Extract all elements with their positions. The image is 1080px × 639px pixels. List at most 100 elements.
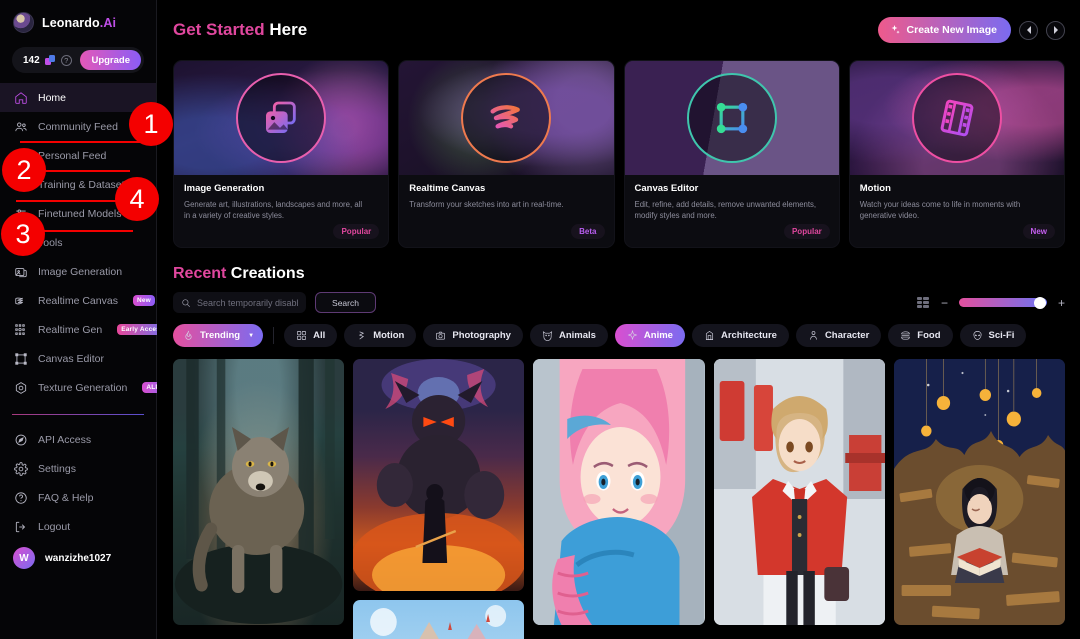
- gallery-column: [713, 359, 885, 639]
- create-new-image-label: Create New Image: [906, 24, 997, 36]
- top-bar: Get Started Here Create New Image: [173, 0, 1065, 60]
- camera-icon: [436, 331, 446, 340]
- chip-animals[interactable]: Animals: [529, 324, 608, 347]
- feature-card-realtime-canvas[interactable]: Realtime Canvas Transform your sketches …: [398, 60, 615, 248]
- sidebar-item-faq-help[interactable]: FAQ & Help: [0, 483, 156, 512]
- chip-motion[interactable]: Motion: [344, 324, 417, 347]
- thumbnail-size-slider[interactable]: [958, 296, 1047, 309]
- sidebar-item-label: Training & Datasets: [38, 178, 130, 191]
- image-generation-icon: [13, 264, 28, 279]
- sidebar-item-logout[interactable]: Logout: [0, 512, 156, 541]
- card-tag: Popular: [783, 224, 830, 239]
- brand-name: Leonardo.Ai: [42, 15, 117, 30]
- sidebar-item-label: API Access: [38, 433, 92, 446]
- carousel-next-button[interactable]: [1046, 20, 1065, 40]
- gallery-image-book-reader[interactable]: [893, 359, 1065, 625]
- user-profile[interactable]: W wanzizhe1027: [0, 541, 156, 583]
- view-controls: − +: [916, 296, 1065, 309]
- zoom-out-button[interactable]: −: [941, 297, 948, 309]
- chip-photography[interactable]: Photography: [423, 324, 523, 347]
- gallery-column: [893, 359, 1065, 639]
- sidebar-item-tools[interactable]: Tools: [0, 228, 156, 257]
- chevron-left-icon: [1026, 26, 1031, 34]
- avatar: W: [13, 547, 35, 569]
- sidebar-item-realtime-canvas[interactable]: Realtime Canvas New: [0, 286, 156, 315]
- grid-icon: [297, 331, 307, 340]
- chip-all[interactable]: All: [284, 324, 338, 347]
- chip-trending[interactable]: Trending ▼: [173, 324, 264, 347]
- gallery-image-demon[interactable]: [353, 359, 525, 591]
- flame-icon: [185, 330, 192, 340]
- slider-knob[interactable]: [1033, 296, 1046, 309]
- sidebar-item-image-generation[interactable]: Image Generation: [0, 257, 156, 286]
- sidebar-item-label: Tools: [38, 236, 63, 249]
- burger-icon: [901, 331, 911, 340]
- create-new-image-button[interactable]: Create New Image: [877, 17, 1011, 43]
- person-icon: [810, 331, 817, 340]
- building-icon: [705, 330, 713, 340]
- gear-icon: [13, 461, 28, 476]
- gallery-image-red-blazer-girl[interactable]: [713, 359, 885, 625]
- gallery-column: [173, 359, 345, 639]
- feature-card-image-generation[interactable]: Image Generation Generate art, illustrat…: [173, 60, 390, 248]
- gallery-image-pink-hair-girl[interactable]: [533, 359, 705, 625]
- sidebar-item-label: Home: [38, 91, 67, 104]
- card-thumbnail: [174, 61, 389, 175]
- chip-label: Animals: [558, 330, 596, 341]
- sidebar-item-api-access[interactable]: API Access: [0, 425, 156, 454]
- grid-view-icon[interactable]: [916, 297, 930, 308]
- credits-amount: 142: [23, 54, 40, 66]
- sidebar-item-label: Realtime Gen: [38, 323, 103, 336]
- card-tag: New: [1022, 224, 1055, 239]
- brand[interactable]: Leonardo.Ai: [0, 0, 156, 43]
- sidebar-item-home[interactable]: Home: [0, 83, 156, 112]
- sidebar-item-finetuned-models[interactable]: Finetuned Models: [0, 199, 156, 228]
- sidebar-item-canvas-editor[interactable]: Canvas Editor: [0, 344, 156, 373]
- motion-icon: [359, 331, 365, 340]
- card-body: Realtime Canvas Transform your sketches …: [399, 175, 613, 247]
- search-button[interactable]: Search: [315, 292, 376, 313]
- zoom-in-button[interactable]: +: [1058, 297, 1065, 309]
- api-access-icon: [13, 432, 28, 447]
- card-tag: Beta: [571, 224, 605, 239]
- feature-cards: Image Generation Generate art, illustrat…: [173, 60, 1065, 248]
- sidebar-item-texture-generation[interactable]: Texture Generation ALPHA: [0, 373, 174, 402]
- sidebar-item-realtime-gen[interactable]: Realtime Gen Early Access: [0, 315, 168, 344]
- feature-card-motion[interactable]: Motion Watch your ideas come to life in …: [848, 60, 1065, 248]
- sidebar-item-community-feed[interactable]: Community Feed: [0, 112, 156, 141]
- feature-card-canvas-editor[interactable]: Canvas Editor Edit, refine, add details,…: [623, 60, 840, 248]
- chip-label: Architecture: [720, 330, 777, 341]
- sidebar-item-settings[interactable]: Settings: [0, 454, 156, 483]
- sidebar-item-label: Canvas Editor: [38, 352, 104, 365]
- help-circle-icon[interactable]: ?: [60, 54, 72, 66]
- chip-sci-fi[interactable]: Sci-Fi: [959, 324, 1027, 347]
- sparkle-icon: [627, 330, 638, 341]
- search-input[interactable]: [197, 297, 298, 308]
- credits-bar: 142 ? Upgrade: [12, 47, 144, 73]
- gallery-image-wolf[interactable]: [173, 359, 345, 625]
- token-icon: [44, 54, 56, 66]
- finetuned-models-icon: [13, 206, 28, 221]
- search-icon: [182, 298, 190, 307]
- card-description: Transform your sketches into art in real…: [409, 200, 564, 209]
- chip-food[interactable]: Food: [888, 324, 953, 347]
- sidebar-item-training-datasets[interactable]: Training & Datasets: [0, 170, 156, 199]
- upgrade-button[interactable]: Upgrade: [80, 50, 141, 70]
- chip-character[interactable]: Character: [795, 324, 882, 347]
- chip-architecture[interactable]: Architecture: [691, 324, 789, 347]
- chip-label: All: [313, 330, 326, 341]
- gallery-image-castle[interactable]: [353, 600, 525, 639]
- top-bar-actions: Create New Image: [877, 17, 1065, 43]
- sidebar: Leonardo.Ai 142 ? Upgrade Home Community…: [0, 0, 174, 639]
- chip-anime[interactable]: Anime: [614, 324, 685, 347]
- texture-generation-icon: [13, 380, 28, 395]
- search-box[interactable]: [173, 292, 306, 313]
- alien-icon: [973, 331, 982, 340]
- sidebar-item-label: Personal Feed: [38, 149, 107, 162]
- card-title: Canvas Editor: [634, 183, 699, 194]
- card-title: Image Generation: [184, 183, 265, 194]
- sidebar-item-label: Realtime Canvas: [38, 294, 118, 307]
- sidebar-item-personal-feed[interactable]: Personal Feed: [0, 141, 156, 170]
- main-content: Get Started Here Create New Image Image …: [157, 0, 1080, 639]
- carousel-prev-button[interactable]: [1019, 20, 1038, 40]
